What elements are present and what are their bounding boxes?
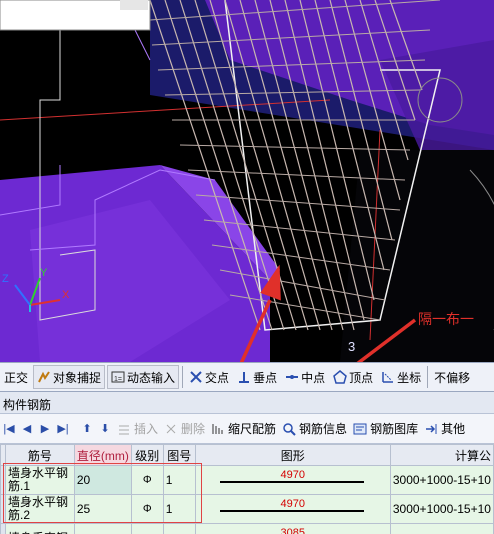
scale-rebar-button[interactable]: 缩尺配筋 [208,418,279,440]
dynamic-input-label: 动态输入 [127,370,176,385]
midpoint-label: 中点 [301,370,326,385]
delete-icon [164,422,178,436]
prev-record-icon[interactable]: ◀ [18,422,36,435]
viewport-scene: X Y Z [0,0,494,362]
no-offset-label: 不偏移 [434,370,471,385]
formula-cell[interactable]: 3000+1000-15+10 [389,465,494,495]
fig-no-cell[interactable] [162,523,196,534]
first-record-icon[interactable]: |◀ [0,422,18,435]
last-record-icon[interactable]: ▶| [54,422,72,435]
shape-length-value: 3085 [280,527,305,534]
intersection-icon [189,370,203,384]
vertex-icon [333,370,347,384]
axis-y-label: Y [40,267,48,279]
info-label: 钢筋信息 [299,422,348,436]
other-label: 其他 [441,422,466,436]
perpendicular-button[interactable]: 垂点 [234,366,280,388]
library-icon [353,422,367,436]
intersection-label: 交点 [205,370,230,385]
table-row[interactable]: 墙身水平钢筋.2 25 Φ 1 4970 3000+1000-15+10 [0,494,494,524]
vertex-label: 顶点 [349,370,374,385]
shape-length-value: 4970 [280,498,305,510]
insert-icon [117,422,131,436]
no-offset-dropdown[interactable]: 不偏移 [431,366,473,388]
rebar-info-button[interactable]: 钢筋信息 [279,418,350,440]
coordinate-label: 坐标 [397,370,422,385]
diameter-cell[interactable]: 20 [73,465,132,495]
grade-cell[interactable] [130,523,164,534]
insert-button[interactable]: 插入 [114,418,161,440]
shape-cell[interactable]: 4970 [194,465,391,495]
object-snap-icon [37,370,51,384]
3d-viewport[interactable]: X Y Z 隔一布一 3 [0,0,494,362]
fig-no-cell[interactable]: 1 [162,494,196,524]
col-bar-no[interactable]: 筋号 [5,444,75,466]
move-up-icon[interactable]: ⬆ [78,422,96,435]
vertex-button[interactable]: 顶点 [330,366,376,388]
rebar-toolbar: |◀ ◀ ▶ ▶| ⬆ ⬇ 插入 删除 缩尺配筋 钢筋信息 钢筋图库 其他 [0,414,494,444]
library-label: 钢筋图库 [370,422,419,436]
insert-label: 插入 [134,422,159,436]
col-diameter[interactable]: 直径(mm) [73,444,132,466]
axis-x-label: X [62,289,70,301]
intersection-button[interactable]: 交点 [186,366,232,388]
other-icon [424,422,438,436]
delete-label: 删除 [181,422,206,436]
move-down-icon[interactable]: ⬇ [96,422,114,435]
table-row[interactable]: 墙身水平钢筋.1 20 Φ 1 4970 3000+1000-15+10 [0,465,494,495]
fig-no-cell[interactable]: 1 [162,465,196,495]
panel-title-text: 构件钢筋 [3,398,52,412]
formula-cell[interactable]: 3000+1000-15+10 [389,494,494,524]
other-button[interactable]: 其他 [421,418,468,440]
grade-cell[interactable]: Φ [130,465,164,495]
delete-button[interactable]: 删除 [161,418,208,440]
perpendicular-label: 垂点 [253,370,278,385]
formula-cell[interactable] [389,523,494,534]
bar-name-cell[interactable]: 墙身水平钢筋.1 [5,465,75,495]
midpoint-button[interactable]: 中点 [282,366,328,388]
col-grade[interactable]: 级别 [130,444,164,466]
shape-cell[interactable]: 3085 [194,523,391,534]
shape-cell[interactable]: 4970 [194,494,391,524]
object-snap-label: 对象捕捉 [53,370,102,385]
scale-label: 缩尺配筋 [228,422,277,436]
viewport-marker-label: 3 [348,339,356,354]
bar-name-cell[interactable]: 墙身水平钢筋.2 [5,494,75,524]
table-row[interactable]: 墙身垂直钢 3085 [0,523,494,534]
ortho-button[interactable]: 正交 [1,366,31,388]
col-shape[interactable]: 图形 [194,444,391,466]
rebar-table: 筋号 直径(mm) 级别 图号 图形 计算公 墙身水平钢筋.1 20 Φ 1 4… [0,444,494,534]
next-record-icon[interactable]: ▶ [36,422,54,435]
col-fig-no[interactable]: 图号 [162,444,196,466]
ortho-label: 正交 [4,370,29,385]
perpendicular-icon [237,370,251,384]
dynamic-input-button[interactable]: 1= 动态输入 [107,365,180,389]
diameter-cell[interactable] [73,523,132,534]
dynamic-input-icon: 1= [111,370,125,384]
coordinate-icon [381,370,395,384]
snap-toolbar: 正交 对象捕捉 1= 动态输入 交点 垂点 中点 顶点 坐标 不偏移 [0,362,494,392]
bar-name-cell[interactable]: 墙身垂直钢 [5,523,75,534]
svg-text:1=: 1= [114,376,122,383]
info-icon [282,422,296,436]
axis-z-label: Z [2,273,9,285]
grade-cell[interactable]: Φ [130,494,164,524]
object-snap-button[interactable]: 对象捕捉 [33,365,106,389]
panel-title: 构件钢筋 [0,392,494,414]
diameter-cell[interactable]: 25 [73,494,132,524]
shape-length-value: 4970 [280,469,305,481]
coordinate-button[interactable]: 坐标 [378,366,424,388]
annotation-text: 隔一布一 [418,311,474,327]
midpoint-icon [285,370,299,384]
rebar-library-button[interactable]: 钢筋图库 [350,418,421,440]
scale-icon [211,422,225,436]
col-formula[interactable]: 计算公 [389,444,494,466]
